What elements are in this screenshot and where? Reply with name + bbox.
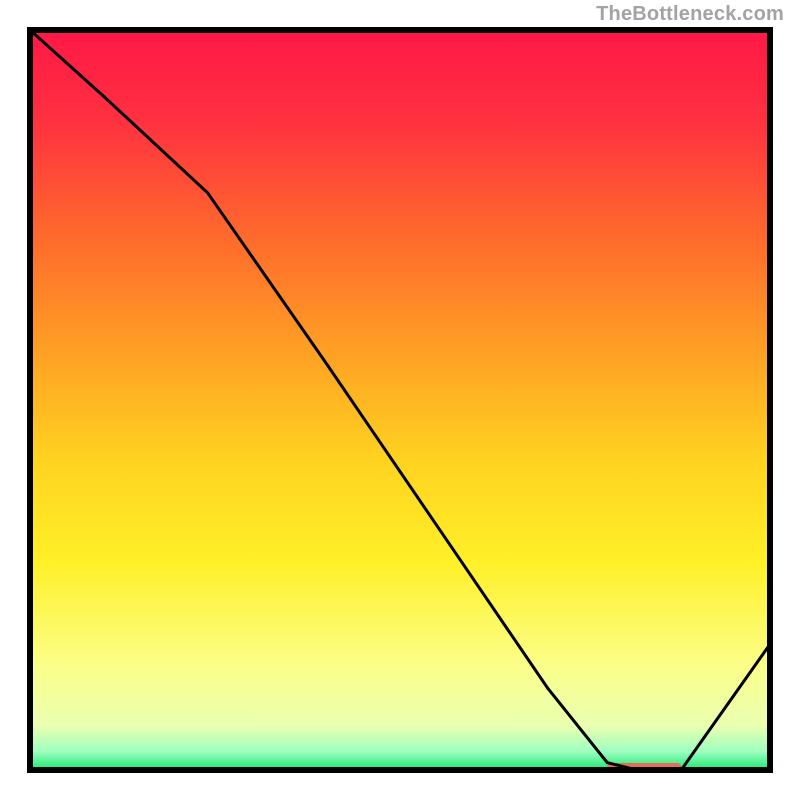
attribution-label: TheBottleneck.com [596, 3, 784, 26]
bottleneck-chart [0, 0, 800, 800]
chart-container: TheBottleneck.com [0, 0, 800, 800]
gradient-background [30, 30, 770, 770]
